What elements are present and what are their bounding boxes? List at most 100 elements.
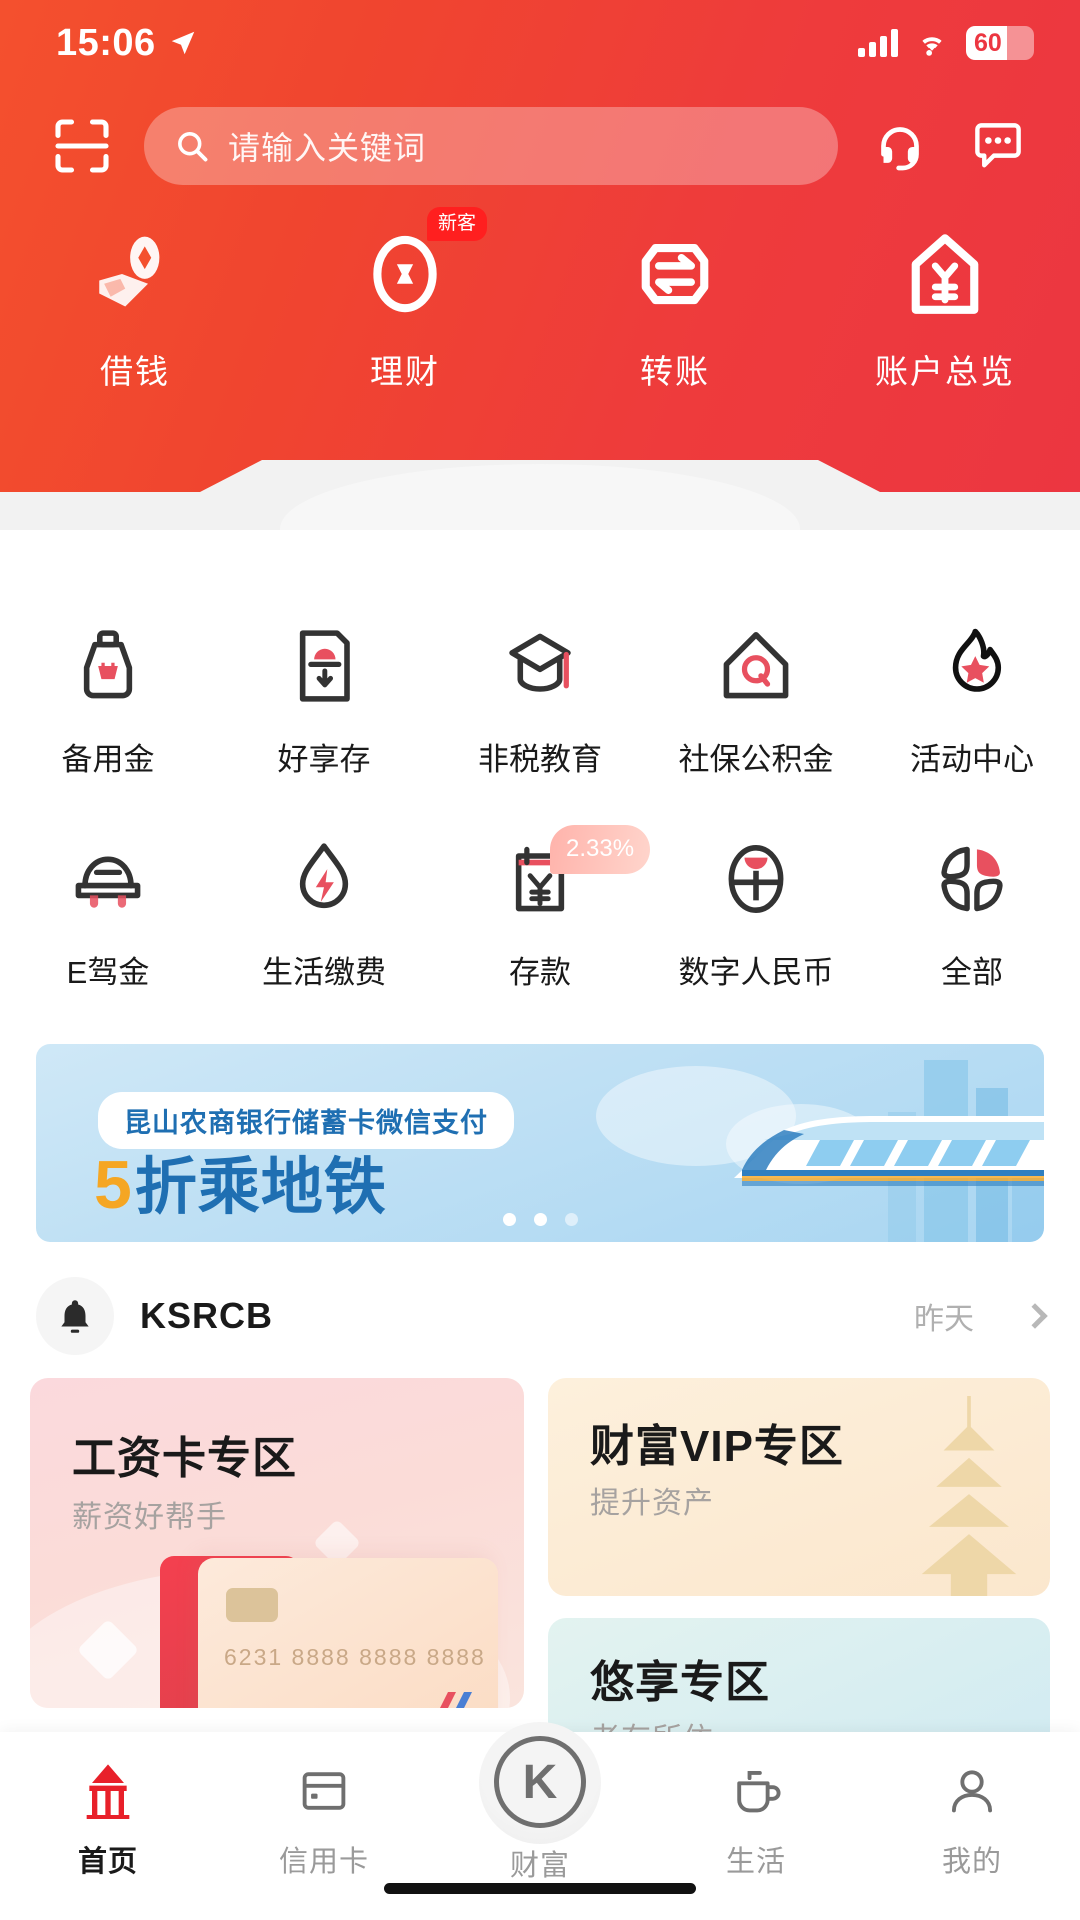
location-arrow-icon — [171, 31, 194, 55]
promo-card-title: 财富VIP专区 — [590, 1422, 844, 1471]
home-indicator — [384, 1883, 696, 1894]
search-input[interactable]: 请输入关键词 — [144, 107, 838, 185]
tab-profile[interactable]: 我的 — [864, 1754, 1080, 1880]
service-item-education[interactable]: 非税教育 — [432, 618, 648, 779]
service-item-label: 存款 — [509, 955, 571, 990]
hand-coin-icon — [80, 219, 190, 329]
status-bar-right: 60 — [858, 26, 1034, 60]
service-item-deposit[interactable]: 2.33% 存款 — [432, 825, 651, 992]
service-item-reserve-fund[interactable]: 备用金 — [0, 618, 216, 779]
tab-credit-card[interactable]: 信用卡 — [216, 1754, 432, 1880]
pagoda-home-icon — [71, 1754, 145, 1828]
card-number: 6231 8888 8888 8888 — [224, 1644, 486, 1670]
credit-card-icon — [287, 1754, 361, 1828]
water-drop-bolt-icon — [276, 831, 372, 927]
carousel-dots[interactable] — [36, 1213, 1044, 1226]
quick-actions-row: 借钱 新客 理财 转账 账户总览 — [0, 205, 1080, 393]
service-item-label: 生活缴费 — [262, 955, 386, 990]
service-item-label: E驾金 — [66, 955, 150, 990]
graduation-cap-icon — [492, 618, 588, 714]
carousel-dot[interactable] — [502, 1213, 516, 1226]
status-time: 15:06 — [56, 21, 156, 64]
quick-action-wealth[interactable]: 新客 理财 — [270, 205, 540, 393]
notification-source: KSRCB — [140, 1295, 274, 1336]
reserve-fund-bag-icon — [60, 618, 156, 714]
tab-label: 生活 — [725, 1846, 786, 1878]
promo-card-title: 工资卡专区 — [72, 1434, 297, 1483]
tab-wealth[interactable]: K 财富 — [432, 1722, 648, 1884]
flame-star-icon — [924, 618, 1020, 714]
promo-banner-carousel[interactable]: 昆山农商银行储蓄卡微信支付 5 折乘地铁 — [36, 1044, 1044, 1242]
quick-action-label: 借钱 — [100, 353, 170, 390]
carousel-dot[interactable] — [533, 1213, 547, 1226]
service-item-utility-payment[interactable]: 生活缴费 — [216, 831, 432, 992]
tab-label: 我的 — [941, 1846, 1002, 1878]
bank-card-illustration: 6231 8888 8888 8888 — [198, 1558, 498, 1708]
service-item-activity-center[interactable]: 活动中心 — [864, 618, 1080, 779]
service-item-digital-rmb[interactable]: 数字人民币 — [648, 831, 864, 992]
header-search-row: 请输入关键词 — [0, 100, 1080, 192]
service-item-all[interactable]: 全部 — [864, 831, 1080, 992]
cellular-signal-icon — [858, 29, 898, 57]
card-chip — [226, 1588, 278, 1622]
promo-card-vip[interactable]: 财富VIP专区 提升资产 — [548, 1378, 1050, 1596]
deposit-card-down-icon — [276, 618, 372, 714]
search-placeholder: 请输入关键词 — [228, 130, 427, 166]
digital-rmb-icon — [708, 831, 804, 927]
account-house-yuan-icon — [890, 219, 1000, 329]
chevron-right-icon[interactable] — [1022, 1303, 1048, 1329]
tab-label: 信用卡 — [278, 1846, 369, 1878]
pagoda-illustration — [921, 1396, 1017, 1596]
notification-time: 昨天 — [914, 1303, 974, 1336]
headset-icon[interactable] — [864, 110, 936, 182]
card-brand-logo — [440, 1692, 472, 1708]
search-icon — [178, 132, 208, 162]
tab-life[interactable]: 生活 — [648, 1754, 864, 1880]
carousel-dot[interactable] — [564, 1213, 578, 1226]
service-item-label: 社保公积金 — [678, 742, 834, 777]
promo-card-salary[interactable]: 工资卡专区 薪资好帮手 6231 8888 8888 8888 — [30, 1378, 524, 1708]
service-item-label: 活动中心 — [910, 742, 1034, 777]
service-item-badge: 2.33% — [550, 825, 651, 874]
bell-icon — [36, 1277, 114, 1355]
notification-bar[interactable]: KSRCB 昨天 — [36, 1268, 1048, 1364]
battery-indicator: 60 — [966, 26, 1034, 60]
cup-life-icon — [719, 1754, 793, 1828]
quick-action-borrow[interactable]: 借钱 — [0, 205, 270, 393]
quick-action-label: 转账 — [640, 353, 710, 390]
battery-level: 60 — [974, 28, 1002, 57]
service-grid-row-1: 备用金 好享存 非税教育 社保公积金 活动中心 — [0, 618, 1080, 779]
service-item-label: 非税教育 — [478, 742, 602, 777]
house-social-security-icon — [708, 618, 804, 714]
status-bar: 15:06 60 — [0, 0, 1080, 86]
person-profile-icon — [935, 1754, 1009, 1828]
promo-card-subtitle: 薪资好帮手 — [72, 1501, 227, 1534]
service-item-savings[interactable]: 好享存 — [216, 618, 432, 779]
service-item-social-security[interactable]: 社保公积金 — [648, 618, 864, 779]
car-loan-icon — [60, 831, 156, 927]
quick-action-transfer[interactable]: 转账 — [540, 205, 810, 393]
k-logo-icon: K — [494, 1736, 586, 1828]
app-header: 15:06 60 请输入关键词 借钱 新客 理财 转账 账户总览 — [0, 0, 1080, 530]
service-grid: 备用金 好享存 非税教育 社保公积金 活动中心 E驾金 生活缴费 2.33% 存… — [0, 530, 1080, 992]
quick-action-label: 账户总览 — [875, 353, 1015, 390]
quick-action-label: 理财 — [370, 353, 440, 390]
transfer-arrows-icon — [620, 219, 730, 329]
grid-all-icon — [924, 831, 1020, 927]
tab-label: 财富 — [509, 1850, 570, 1882]
wifi-icon — [922, 37, 942, 56]
service-item-label: 好享存 — [277, 742, 371, 777]
promo-card-title: 悠享专区 — [590, 1658, 770, 1707]
tab-home[interactable]: 首页 — [0, 1754, 216, 1880]
tab-label: 首页 — [77, 1846, 138, 1878]
service-grid-row-2: E驾金 生活缴费 2.33% 存款 数字人民币 全部 — [0, 825, 1080, 992]
service-item-label: 全部 — [941, 955, 1003, 990]
scan-qr-icon[interactable] — [46, 110, 118, 182]
quick-action-badge: 新客 — [427, 207, 488, 241]
status-bar-left: 15:06 — [56, 22, 198, 65]
promo-card-subtitle: 提升资产 — [590, 1487, 714, 1520]
train-illustration — [734, 1116, 1044, 1186]
service-item-car-loan[interactable]: E驾金 — [0, 831, 216, 992]
quick-action-account-overview[interactable]: 账户总览 — [810, 205, 1080, 393]
chat-bubble-icon[interactable] — [962, 110, 1034, 182]
